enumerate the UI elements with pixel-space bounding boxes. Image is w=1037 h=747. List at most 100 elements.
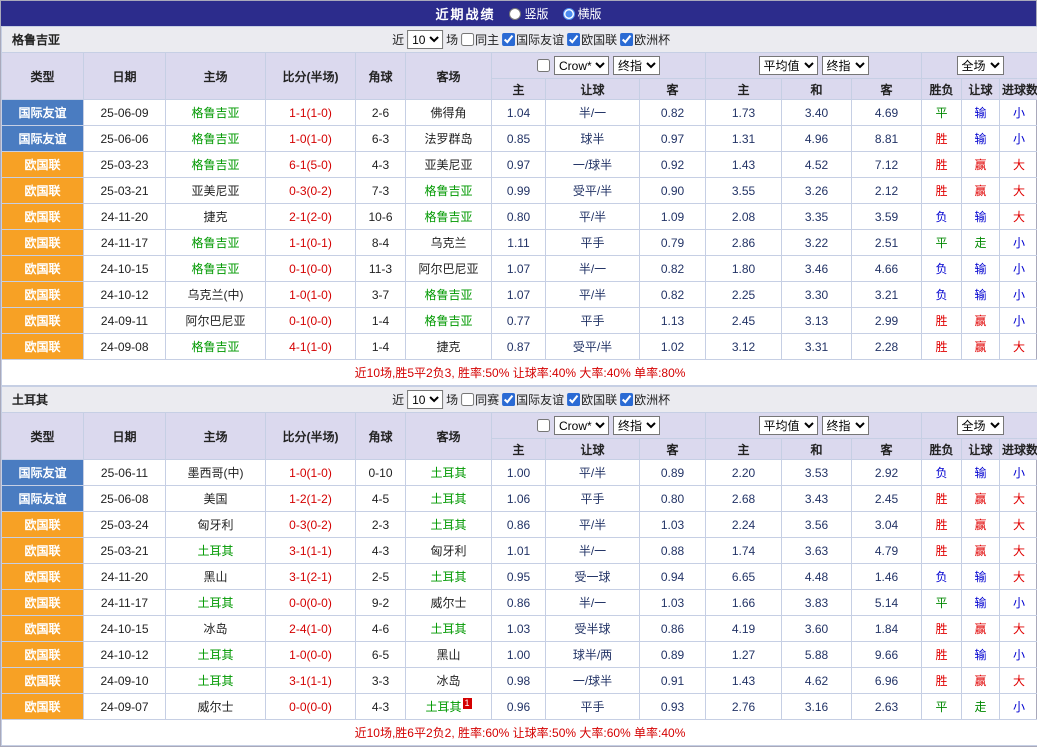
goals-result: 大: [1000, 334, 1037, 360]
friendly-filter[interactable]: 国际友谊: [502, 31, 564, 48]
euro-checkbox[interactable]: [620, 393, 633, 406]
match-score: 1-0(1-0): [266, 460, 356, 486]
avg-away-odds: 4.66: [852, 256, 922, 282]
col-handicap: 让球: [546, 439, 640, 460]
avg-draw-odds: 3.22: [782, 230, 852, 256]
match-row: 欧国联24-09-07威尔士0-0(0-0)4-3土耳其10.96平手0.932…: [2, 694, 1037, 720]
handicap-line: 半/一: [546, 538, 640, 564]
away-team: 阿尔巴尼亚: [406, 256, 492, 282]
goals-result: 大: [1000, 564, 1037, 590]
avg-time-select[interactable]: 终指: [822, 56, 869, 75]
handicap-line: 半/一: [546, 100, 640, 126]
odds-home: 1.11: [492, 230, 546, 256]
nations-league-filter[interactable]: 欧国联: [567, 31, 617, 48]
odds-source-checkbox[interactable]: [537, 419, 550, 432]
handicap-result: 输: [962, 204, 1000, 230]
goals-result: 小: [1000, 460, 1037, 486]
nations-league-checkbox[interactable]: [567, 393, 580, 406]
away-team: 格鲁吉亚: [406, 178, 492, 204]
euro-filter[interactable]: 欧洲杯: [620, 391, 670, 408]
avg-home-odds: 4.19: [706, 616, 782, 642]
avg-away-odds: 5.14: [852, 590, 922, 616]
friendly-filter[interactable]: 国际友谊: [502, 391, 564, 408]
col-odds-home: 主: [492, 439, 546, 460]
col-avg-home: 主: [706, 79, 782, 100]
odds-away: 0.90: [640, 178, 706, 204]
results-body: 国际友谊25-06-09格鲁吉亚1-1(1-0)2-6佛得角1.04半/一0.8…: [2, 100, 1037, 360]
odds-away: 0.89: [640, 460, 706, 486]
away-team-name: 土耳其: [425, 700, 461, 714]
avg-home-odds: 1.31: [706, 126, 782, 152]
goals-result: 大: [1000, 668, 1037, 694]
match-score: 4-1(1-0): [266, 334, 356, 360]
away-team-name: 冰岛: [436, 674, 460, 688]
odds-time-select[interactable]: 终指: [613, 416, 660, 435]
odds-home: 0.77: [492, 308, 546, 334]
match-result: 胜: [922, 512, 962, 538]
home-team: 阿尔巴尼亚: [166, 308, 266, 334]
avg-away-odds: 2.99: [852, 308, 922, 334]
handicap-line: 平手: [546, 694, 640, 720]
avg-draw-odds: 3.43: [782, 486, 852, 512]
match-score: 1-0(1-0): [266, 282, 356, 308]
avg-draw-odds: 3.30: [782, 282, 852, 308]
match-type-badge: 欧国联: [2, 668, 84, 694]
avg-source-select[interactable]: 平均值: [759, 416, 818, 435]
avg-source-select[interactable]: 平均值: [759, 56, 818, 75]
same-host-checkbox[interactable]: [461, 33, 474, 46]
home-team: 格鲁吉亚: [166, 100, 266, 126]
same-host-filter[interactable]: 同主: [461, 31, 499, 48]
vertical-radio-input[interactable]: [509, 8, 521, 20]
match-score: 0-0(0-0): [266, 590, 356, 616]
match-type-badge: 欧国联: [2, 564, 84, 590]
col-type: 类型: [2, 53, 84, 100]
nations-league-checkbox[interactable]: [567, 33, 580, 46]
same-comp-checkbox[interactable]: [461, 393, 474, 406]
handicap-result: 输: [962, 564, 1000, 590]
layout-vertical-radio[interactable]: 竖版: [509, 5, 548, 22]
friendly-checkbox[interactable]: [502, 33, 515, 46]
euro-filter[interactable]: 欧洲杯: [620, 31, 670, 48]
avg-draw-odds: 3.60: [782, 616, 852, 642]
handicap-line: 平/半: [546, 460, 640, 486]
odds-source-select[interactable]: Crow*: [554, 416, 609, 435]
match-date: 25-06-11: [84, 460, 166, 486]
scope-select[interactable]: 全场: [957, 416, 1004, 435]
odds-home: 0.87: [492, 334, 546, 360]
match-type-badge: 欧国联: [2, 512, 84, 538]
match-date: 24-10-15: [84, 616, 166, 642]
same-comp-filter[interactable]: 同赛: [461, 391, 499, 408]
games-label: 场: [446, 391, 458, 408]
odds-home: 0.98: [492, 668, 546, 694]
goals-result: 小: [1000, 230, 1037, 256]
away-team: 土耳其: [406, 486, 492, 512]
odds-source-select[interactable]: Crow*: [554, 56, 609, 75]
match-result: 胜: [922, 668, 962, 694]
odds-away: 1.09: [640, 204, 706, 230]
odds-source-checkbox[interactable]: [537, 59, 550, 72]
match-count-select[interactable]: 10: [407, 30, 443, 49]
handicap-result: 赢: [962, 616, 1000, 642]
friendly-checkbox[interactable]: [502, 393, 515, 406]
horizontal-radio-input[interactable]: [563, 8, 575, 20]
goals-result: 小: [1000, 100, 1037, 126]
match-score: 0-0(0-0): [266, 694, 356, 720]
match-row: 国际友谊25-06-06格鲁吉亚1-0(1-0)6-3法罗群岛0.85球半0.9…: [2, 126, 1037, 152]
avg-away-odds: 3.59: [852, 204, 922, 230]
layout-horizontal-radio[interactable]: 横版: [563, 5, 602, 22]
scope-select[interactable]: 全场: [957, 56, 1004, 75]
match-date: 24-11-20: [84, 564, 166, 590]
col-goals: 进球数: [1000, 439, 1037, 460]
match-score: 0-3(0-2): [266, 512, 356, 538]
avg-time-select[interactable]: 终指: [822, 416, 869, 435]
avg-home-odds: 2.68: [706, 486, 782, 512]
euro-checkbox[interactable]: [620, 33, 633, 46]
away-team: 格鲁吉亚: [406, 204, 492, 230]
nations-league-filter[interactable]: 欧国联: [567, 391, 617, 408]
odds-time-select[interactable]: 终指: [613, 56, 660, 75]
match-count-select[interactable]: 10: [407, 390, 443, 409]
avg-away-odds: 6.96: [852, 668, 922, 694]
odds-away: 1.02: [640, 334, 706, 360]
filters-bar: 近 10 场 同赛 国际友谊 欧国联 欧洲杯: [392, 390, 670, 409]
match-row: 欧国联24-10-12乌克兰(中)1-0(1-0)3-7格鲁吉亚1.07平/半0…: [2, 282, 1037, 308]
